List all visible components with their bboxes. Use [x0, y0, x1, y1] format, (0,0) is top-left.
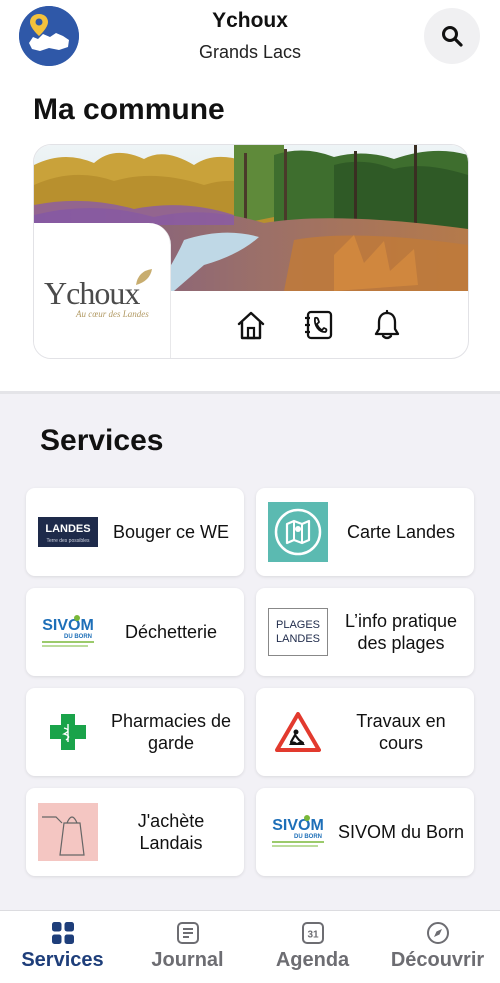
service-carte-landes[interactable]: Carte Landes: [256, 488, 474, 576]
map-pin-icon: [268, 502, 328, 562]
shopping-bag-graphic: [38, 803, 98, 861]
plages-logo-sub: LANDES: [276, 633, 320, 645]
sivom-logo: SIVOM DU BORN: [38, 602, 98, 662]
service-label: Bouger ce WE: [112, 522, 230, 542]
landes-logo-text: LANDES: [45, 523, 90, 535]
search-icon: [442, 26, 463, 47]
commune-section-title: Ma commune: [33, 93, 225, 126]
service-label: Carte Landes: [346, 522, 456, 542]
grid-icon: [50, 920, 76, 946]
service-dechetterie[interactable]: SIVOM DU BORN Déchetterie: [26, 588, 244, 676]
service-pharmacies[interactable]: Pharmacies de garde: [26, 688, 244, 776]
calendar-icon-graphic: 31: [301, 922, 324, 944]
sivom-logo-icon: SIVOM DU BORN: [42, 615, 94, 647]
grid-icon-graphic: [51, 922, 74, 944]
commune-logo: Ychoux: [44, 275, 140, 311]
sivom-logo-text: SIVOM: [272, 817, 324, 834]
compass-icon-graphic: [426, 922, 449, 944]
search-button[interactable]: [424, 8, 480, 64]
sivom-logo-sub: DU BORN: [294, 834, 322, 840]
service-travaux[interactable]: Travaux en cours: [256, 688, 474, 776]
service-label: SIVOM du Born: [337, 822, 465, 842]
bell-icon: [374, 309, 400, 339]
tab-decouvrir[interactable]: Découvrir: [375, 911, 500, 983]
tab-label: Services: [21, 949, 104, 971]
tab-label: Découvrir: [390, 949, 485, 971]
sivom-logo-sub: DU BORN: [64, 634, 92, 640]
journal-icon-graphic: [176, 922, 199, 944]
home-button[interactable]: [234, 308, 268, 342]
service-label: Travaux en cours: [356, 711, 446, 753]
service-label: Déchetterie: [124, 622, 218, 642]
sivom-logo-icon: SIVOM DU BORN: [272, 815, 324, 847]
notifications-button[interactable]: [370, 308, 404, 342]
sivom-logo-text: SIVOM: [42, 617, 94, 634]
service-sivom-du-born[interactable]: SIVOM DU BORN SIVOM du Born: [256, 788, 474, 876]
plages-landes-logo: PLAGES LANDES: [268, 602, 328, 662]
map-pin-icon-graphic: [268, 502, 328, 562]
service-label: Pharmacies de garde: [110, 711, 232, 753]
tab-label: Journal: [151, 949, 224, 971]
pharmacy-cross-graphic: [50, 714, 86, 750]
roadworks-sign-icon: [268, 702, 328, 762]
commune-actions: [170, 291, 468, 358]
landes-logo: LANDES Terre des possibles: [38, 502, 98, 562]
commune-card[interactable]: Ychoux Au cœur des Landes: [33, 144, 469, 359]
pharmacy-cross-icon: [38, 702, 98, 762]
app-header: Ychoux Grands Lacs: [0, 0, 500, 90]
calendar-day: 31: [307, 930, 319, 941]
roadworks-sign-graphic: [275, 712, 321, 752]
tab-services[interactable]: Services: [0, 911, 125, 983]
compass-icon: [425, 920, 451, 946]
phone-book-icon: [305, 310, 333, 339]
tab-journal[interactable]: Journal: [125, 911, 250, 983]
bottom-tab-bar: Services Journal 31 Agenda Découvrir: [0, 910, 500, 983]
landes-logo-sub: Terre des possibles: [46, 538, 90, 544]
plages-landes-logo-icon: PLAGES LANDES: [268, 608, 328, 656]
journal-icon: [175, 920, 201, 946]
shopping-bag-icon: [38, 802, 98, 862]
plages-logo-text: PLAGES: [276, 619, 320, 631]
calendar-icon: 31: [300, 920, 326, 946]
tab-label: Agenda: [275, 949, 350, 971]
landes-logo-icon: LANDES Terre des possibles: [38, 517, 98, 547]
service-label: L’info pratique des plages: [344, 611, 458, 653]
sivom-logo: SIVOM DU BORN: [268, 802, 328, 862]
service-bouger-ce-we[interactable]: LANDES Terre des possibles Bouger ce WE: [26, 488, 244, 576]
services-section-title: Services: [40, 424, 164, 457]
commune-logo-tagline: Au cœur des Landes: [76, 309, 149, 319]
commune-logo-tile: Ychoux Au cœur des Landes: [34, 223, 171, 358]
home-icon: [237, 311, 265, 339]
tab-agenda[interactable]: 31 Agenda: [250, 911, 375, 983]
leaf-icon: [136, 269, 152, 285]
service-info-plages[interactable]: PLAGES LANDES L’info pratique des plages: [256, 588, 474, 676]
service-label: J'achète Landais: [137, 811, 205, 853]
service-achete-landais[interactable]: J'achète Landais: [26, 788, 244, 876]
phone-book-button[interactable]: [302, 308, 336, 342]
